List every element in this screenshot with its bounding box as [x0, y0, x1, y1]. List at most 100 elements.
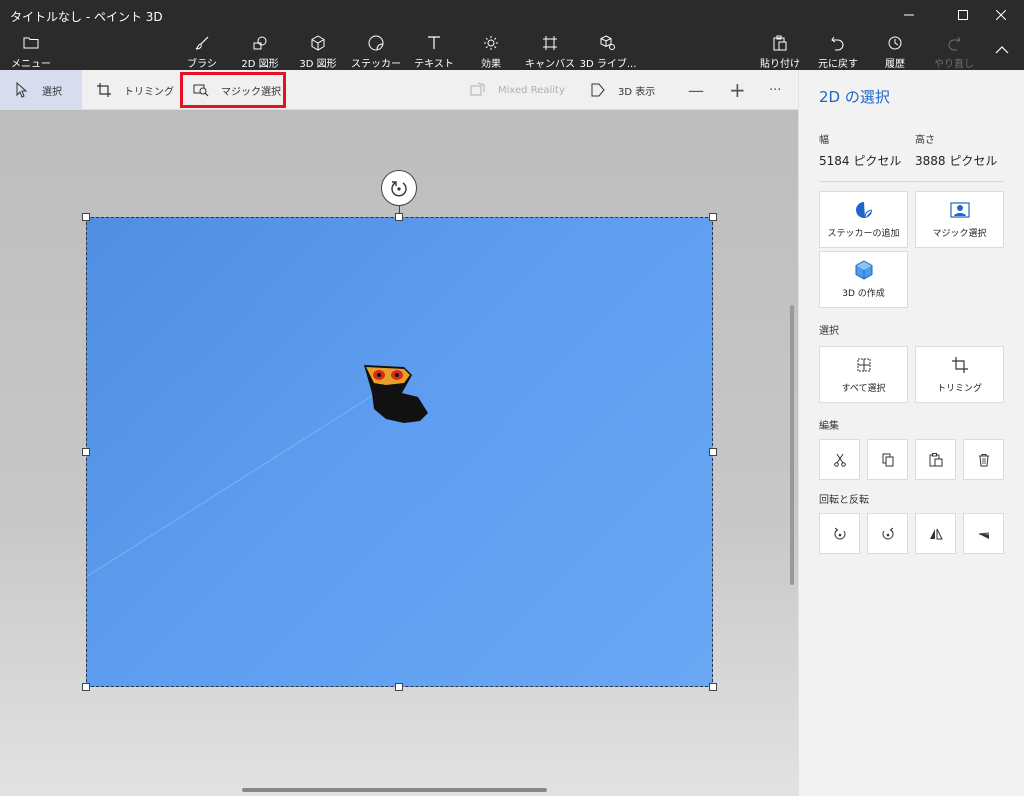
- tool-label: テキスト: [414, 59, 454, 70]
- more-icon: ···: [769, 82, 782, 98]
- vertical-scrollbar[interactable]: [790, 305, 794, 585]
- zoom-out-button[interactable]: —: [688, 70, 704, 110]
- selection-toolbar: 選択 トリミング マジック選択 Mixed Reality 3D 表示 — + …: [0, 70, 798, 110]
- 3d-library-icon: [600, 33, 616, 53]
- tool-text[interactable]: テキスト: [414, 30, 454, 70]
- minimize-icon: [904, 14, 914, 16]
- panel-crop-button[interactable]: トリミング: [915, 346, 1004, 403]
- view-3d-label: 3D 表示: [618, 86, 656, 98]
- window-title: タイトルなし - ペイント 3D: [10, 10, 163, 24]
- maximize-icon: [958, 10, 968, 20]
- flip-horizontal-icon: [929, 528, 943, 539]
- chevron-up-icon: [994, 40, 1010, 60]
- paste-icon: [772, 33, 788, 53]
- rotate-icon: [391, 181, 407, 197]
- copy-icon: [882, 453, 893, 466]
- add-sticker-label: ステッカーの追加: [827, 229, 900, 239]
- tool-3d-shapes[interactable]: 3D 図形: [298, 30, 338, 70]
- rotate-right-button[interactable]: [867, 513, 908, 554]
- folder-icon: [23, 33, 39, 53]
- horizontal-scrollbar[interactable]: [242, 788, 547, 792]
- history-button[interactable]: 履歴: [882, 30, 908, 70]
- panel-paste-button[interactable]: [915, 439, 956, 480]
- undo-label: 元に戻す: [818, 59, 858, 70]
- cube-icon: [854, 260, 874, 280]
- select-tool-button[interactable]: 選択: [0, 70, 82, 110]
- height-label: 高さ: [915, 135, 935, 146]
- tool-canvas[interactable]: キャンバス: [525, 30, 575, 70]
- rotate-handle[interactable]: [381, 170, 417, 206]
- magic-select-highlight: [180, 72, 286, 108]
- paste-button[interactable]: 貼り付け: [760, 30, 800, 70]
- resize-handle-bottom-right[interactable]: [709, 683, 717, 691]
- paste-label: 貼り付け: [760, 59, 800, 70]
- sticker-icon: [368, 33, 384, 53]
- 2d-shapes-icon: [252, 33, 268, 53]
- height-value[interactable]: 3888 ピクセル: [915, 152, 997, 169]
- mixed-reality-label: Mixed Reality: [498, 84, 565, 96]
- selection-box[interactable]: [86, 217, 713, 687]
- crop-label: トリミング: [124, 86, 174, 98]
- text-icon: [426, 33, 442, 53]
- sticker-icon: [854, 200, 874, 220]
- more-options-button[interactable]: ···: [769, 70, 781, 110]
- minimize-button[interactable]: [886, 0, 932, 30]
- resize-handle-top[interactable]: [395, 213, 403, 221]
- tool-3d-library[interactable]: 3D ライブ...: [580, 30, 636, 70]
- resize-handle-top-right[interactable]: [709, 213, 717, 221]
- 3d-shapes-icon: [310, 33, 326, 53]
- undo-icon: [830, 33, 846, 53]
- mixed-reality-button[interactable]: Mixed Reality: [470, 70, 565, 110]
- paste-icon: [929, 452, 942, 466]
- width-value[interactable]: 5184 ピクセル: [819, 152, 901, 169]
- tool-stickers[interactable]: ステッカー: [351, 30, 401, 70]
- zoom-in-button[interactable]: +: [729, 70, 746, 110]
- properties-panel: 2D の選択 幅 5184 ピクセル 高さ 3888 ピクセル ステッカーの追加…: [798, 70, 1024, 796]
- select-all-button[interactable]: すべて選択: [819, 346, 908, 403]
- add-sticker-button[interactable]: ステッカーの追加: [819, 191, 908, 248]
- flip-horizontal-button[interactable]: [915, 513, 956, 554]
- rotate-right-icon: [882, 527, 893, 539]
- rotate-section-heading: 回転と反転: [819, 495, 869, 506]
- cut-button[interactable]: [819, 439, 860, 480]
- tool-label: 2D 図形: [241, 59, 279, 70]
- main-toolbar: メニュー ブラシ 2D 図形 3D 図形 ステッカー テキスト 効果 キャンバス…: [0, 30, 1024, 70]
- resize-handle-bottom-left[interactable]: [82, 683, 90, 691]
- tool-effects[interactable]: 効果: [476, 30, 506, 70]
- resize-handle-right[interactable]: [709, 448, 717, 456]
- close-button[interactable]: [978, 0, 1024, 30]
- flip-vertical-button[interactable]: [963, 513, 1004, 554]
- panel-magic-select-button[interactable]: マジック選択: [915, 191, 1004, 248]
- rotate-left-button[interactable]: [819, 513, 860, 554]
- view-3d-button[interactable]: 3D 表示: [590, 70, 655, 110]
- menu-button[interactable]: メニュー: [11, 30, 51, 70]
- edit-section-heading: 編集: [819, 421, 839, 432]
- cursor-icon: [16, 82, 28, 98]
- canvas-area[interactable]: [0, 110, 798, 796]
- title-bar: タイトルなし - ペイント 3D: [0, 0, 1024, 30]
- flip-vertical-icon: [978, 532, 989, 539]
- copy-button[interactable]: [867, 439, 908, 480]
- redo-icon: [946, 33, 962, 53]
- redo-button[interactable]: やり直し: [934, 30, 974, 70]
- panel-crop-label: トリミング: [936, 384, 982, 394]
- tool-brush[interactable]: ブラシ: [184, 30, 220, 70]
- resize-handle-left[interactable]: [82, 448, 90, 456]
- delete-button[interactable]: [963, 439, 1004, 480]
- resize-handle-top-left[interactable]: [82, 213, 90, 221]
- rotate-left-icon: [834, 527, 845, 539]
- tool-label: ブラシ: [187, 59, 217, 70]
- resize-handle-bottom[interactable]: [395, 683, 403, 691]
- crop-tool-button[interactable]: トリミング: [96, 70, 174, 110]
- tool-label: キャンバス: [525, 59, 575, 70]
- undo-button[interactable]: 元に戻す: [816, 30, 860, 70]
- tool-2d-shapes[interactable]: 2D 図形: [240, 30, 280, 70]
- zoom-out-icon: —: [688, 80, 704, 100]
- tool-label: 3D 図形: [299, 59, 337, 70]
- collapse-toolbar-button[interactable]: [992, 30, 1012, 70]
- crop-icon: [97, 83, 111, 97]
- menu-label: メニュー: [11, 59, 51, 70]
- make-3d-button[interactable]: 3D の作成: [819, 251, 908, 308]
- tool-label: 効果: [481, 59, 501, 70]
- make-3d-label: 3D の作成: [842, 289, 885, 299]
